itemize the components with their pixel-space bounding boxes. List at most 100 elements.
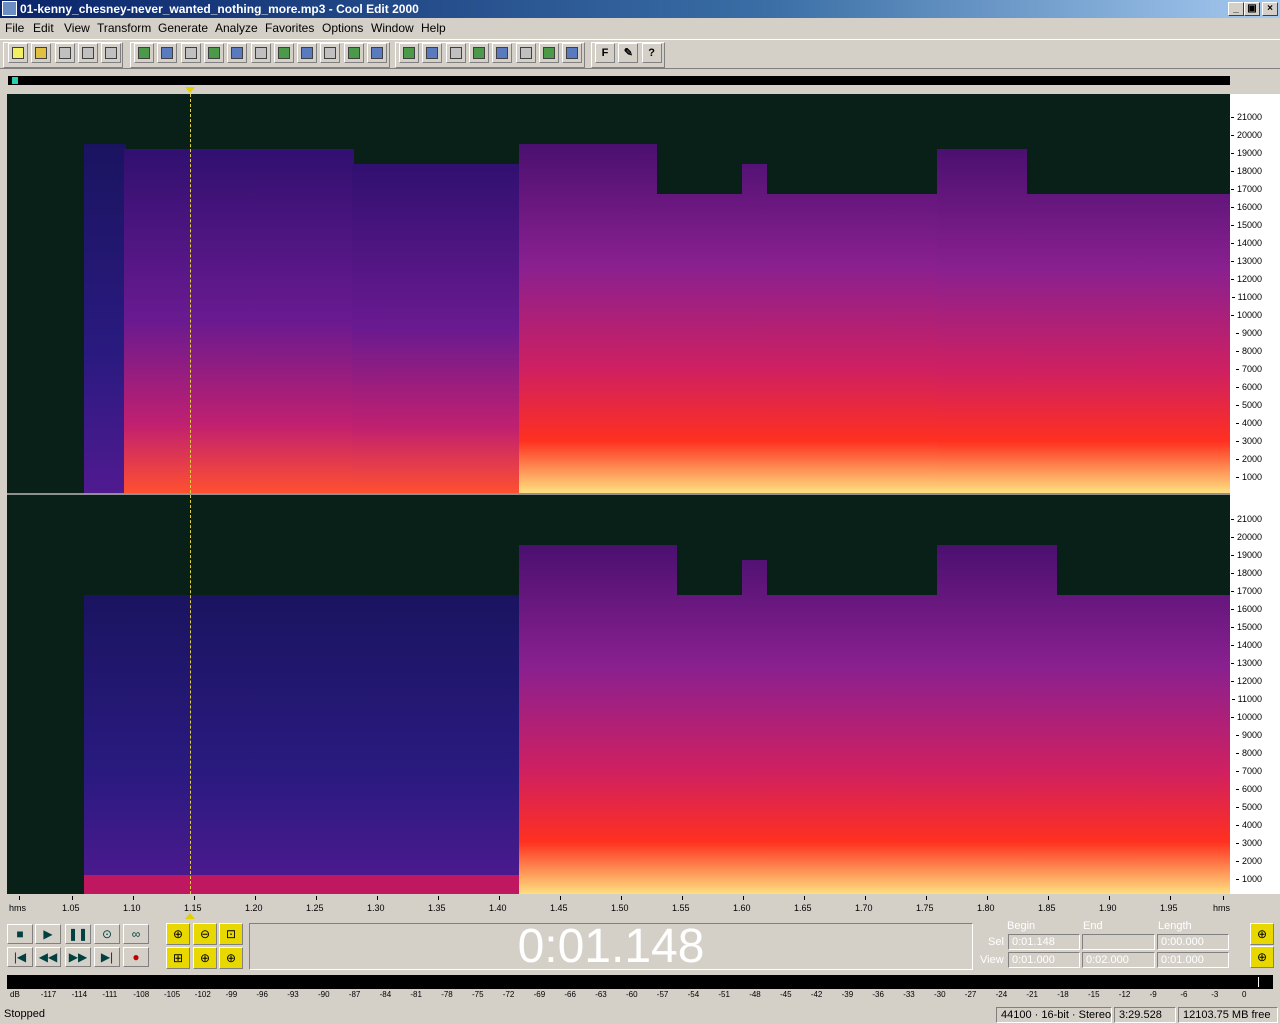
pause-button[interactable]: ❚❚ (65, 924, 91, 944)
time-label: 1.15 (184, 903, 202, 913)
open-file-icon[interactable] (31, 43, 52, 63)
mix-paste-icon[interactable] (297, 43, 318, 63)
doc-icon[interactable] (538, 43, 559, 63)
db-label: -30 (934, 990, 946, 999)
rewind-button[interactable]: ◀◀ (35, 947, 61, 967)
favorites-icon[interactable]: F (595, 43, 615, 63)
time-label: 1.60 (733, 903, 751, 913)
cut-icon[interactable] (250, 43, 271, 63)
repeat-icon[interactable] (157, 43, 178, 63)
menu-view[interactable]: View (64, 21, 90, 35)
frequency-label: 14000 (1230, 238, 1262, 248)
zoom-out-button[interactable]: ⊖ (193, 923, 217, 945)
menu-analyze[interactable]: Analyze (215, 21, 258, 35)
menu-file[interactable]: File (5, 21, 24, 35)
db-label: -90 (318, 990, 330, 999)
record-button[interactable]: ● (123, 947, 149, 967)
menu-generate[interactable]: Generate (158, 21, 208, 35)
time-label: 1.85 (1038, 903, 1056, 913)
frequency-label: 19000 (1230, 550, 1262, 560)
trim-icon[interactable] (320, 43, 341, 63)
spectrum-region (519, 144, 937, 493)
db-label: dB (10, 990, 20, 999)
stop-button[interactable]: ■ (7, 924, 33, 944)
zoom-right-button[interactable]: ⊕ (219, 947, 243, 969)
zoom-in-vertical-button[interactable]: ⊕ (1250, 923, 1274, 945)
view-range-indicator[interactable] (12, 77, 18, 84)
status-bar: Stopped 44100 · 16-bit · Stereo 3:29.528… (0, 1006, 1280, 1024)
go-to-end-button[interactable]: ▶| (94, 947, 120, 967)
app-icon[interactable] (2, 1, 17, 16)
spectrum-region (937, 149, 1230, 493)
close-file-icon[interactable] (101, 43, 122, 63)
maximize-button[interactable]: ▣ (1244, 2, 1260, 16)
time-tick (682, 896, 683, 900)
insert-icon[interactable] (343, 43, 364, 63)
play-to-end-button[interactable]: ⊙ (94, 924, 120, 944)
db-label: -84 (379, 990, 392, 999)
save-as-icon[interactable] (77, 43, 98, 63)
zoom-left-button[interactable]: ⊕ (193, 947, 217, 969)
menu-window[interactable]: Window (371, 21, 414, 35)
view-end-field[interactable]: 0:02.000 (1082, 952, 1155, 968)
select-all-icon[interactable] (203, 43, 224, 63)
time-label: 1.20 (245, 903, 263, 913)
grid-icon[interactable] (445, 43, 466, 63)
length-header: Length (1158, 920, 1192, 932)
copy-icon[interactable] (227, 43, 248, 63)
db-label: -12 (1118, 990, 1131, 999)
undo-icon[interactable] (134, 43, 154, 63)
zoom-in-button[interactable]: ⊕ (166, 923, 190, 945)
waveform-view-icon[interactable] (422, 43, 443, 63)
view-length-field[interactable]: 0:01.000 (1157, 952, 1229, 968)
frequency-label: 6000 (1235, 382, 1262, 392)
cd-icon[interactable] (562, 43, 583, 63)
menu-help[interactable]: Help (421, 21, 446, 35)
time-ruler[interactable]: hms 1.05 1.10 1.15 1.20 1.25 1.30 1.35 1.40 1.45 1… (7, 896, 1230, 914)
sel-length-field[interactable]: 0:00.000 (1157, 934, 1229, 950)
db-label: -18 (1057, 990, 1069, 999)
grid-2-icon[interactable] (468, 43, 489, 63)
playhead-cursor[interactable] (190, 94, 191, 894)
script-icon[interactable]: ✎ (618, 43, 639, 63)
crop-icon[interactable] (367, 43, 387, 63)
info-icon[interactable] (515, 43, 536, 63)
frequency-label: 1000 (1235, 472, 1262, 482)
minimize-button[interactable]: _ (1228, 2, 1244, 16)
menu-favorites[interactable]: Favorites (265, 21, 314, 35)
zoom-out-vertical-button[interactable]: ⊕ (1250, 946, 1274, 968)
go-to-start-button[interactable]: |◀ (7, 947, 33, 967)
fast-forward-button[interactable]: ▶▶ (65, 947, 91, 967)
db-label: -6 (1180, 990, 1188, 999)
paste-icon[interactable] (273, 43, 294, 63)
time-label: 1.65 (794, 903, 812, 913)
frequency-label: 16000 (1230, 604, 1262, 614)
cut-icon[interactable] (180, 43, 201, 63)
grid-3-icon[interactable] (492, 43, 513, 63)
time-tick (621, 896, 622, 900)
spectral-view[interactable] (7, 94, 1230, 894)
new-file-icon[interactable] (8, 43, 28, 63)
db-label: -60 (626, 990, 638, 999)
frequency-label: 12000 (1230, 676, 1262, 686)
frequency-label: 12000 (1230, 274, 1262, 284)
menu-edit[interactable]: Edit (33, 21, 54, 35)
menu-transform[interactable]: Transform (97, 21, 151, 35)
view-begin-field[interactable]: 0:01.000 (1008, 952, 1080, 968)
frequency-label: 5000 (1235, 802, 1262, 812)
spectrum-region (937, 545, 1230, 894)
overview-bar[interactable] (8, 76, 1230, 85)
help-icon[interactable]: ? (641, 43, 662, 63)
zoom-full-button[interactable]: ⊡ (219, 923, 243, 945)
loop-button[interactable]: ∞ (123, 924, 149, 944)
save-icon[interactable] (54, 43, 75, 63)
cursor-marker-icon[interactable] (185, 87, 195, 93)
play-button[interactable]: ▶ (35, 924, 61, 944)
sel-end-field[interactable] (1082, 934, 1155, 950)
zoom-selection-button[interactable]: ⊞ (166, 947, 190, 969)
frequency-label: 20000 (1230, 130, 1262, 140)
sel-begin-field[interactable]: 0:01.148 (1008, 934, 1080, 950)
close-button[interactable]: × (1262, 2, 1278, 16)
menu-options[interactable]: Options (322, 21, 363, 35)
spectral-view-icon[interactable] (399, 43, 419, 63)
